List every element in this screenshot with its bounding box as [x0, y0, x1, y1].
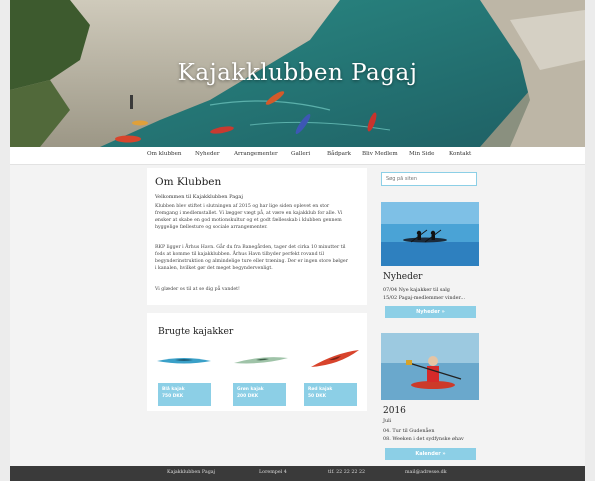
- about-panel: Om Klubben Velkommen til Kajakklubben Pa…: [147, 168, 367, 305]
- page-frame: Kajakklubben Pagaj Om klubben Nyheder Ar…: [10, 0, 585, 481]
- red-kayak-image[interactable]: [309, 347, 361, 371]
- used-kayaks-panel: Brugte kajakker Blå kajak 750 DKK Grøn k…: [147, 313, 367, 411]
- news-kayakers-image[interactable]: [381, 202, 479, 266]
- nav-item-nyheder[interactable]: Nyheder: [195, 151, 220, 157]
- nav-item-bliv-medlem[interactable]: Bliv Medlem: [362, 151, 398, 157]
- about-paragraph: Vi glæder os til at se dig på vandet!: [155, 287, 240, 292]
- footer-address: Lorempel 4: [259, 470, 287, 475]
- footer-phone[interactable]: tlf. 22 22 22 22: [328, 470, 365, 475]
- nav-item-om-klubben[interactable]: Om klubben: [147, 151, 182, 157]
- news-item[interactable]: 15/02 Pagaj-medlemmer vinder...: [383, 295, 465, 301]
- calendar-month: Juli: [383, 418, 392, 424]
- main-navigation: Om klubben Nyheder Arrangementer Galleri…: [10, 147, 585, 165]
- calendar-item[interactable]: 04. Tur til Gudenåen: [383, 428, 434, 434]
- calendar-button[interactable]: Kalender »: [385, 448, 476, 460]
- news-title: Nyheder: [383, 272, 423, 282]
- calendar-year: 2016: [383, 406, 406, 416]
- nav-item-kontakt[interactable]: Kontakt: [449, 151, 471, 157]
- about-paragraph: Klubben blev stiftet i slutningen af 201…: [155, 204, 343, 230]
- kayak-price: 750 DKK: [162, 394, 184, 399]
- search-input[interactable]: [381, 172, 477, 186]
- used-kayak-card[interactable]: Grøn kajak 200 DKK: [233, 383, 286, 406]
- nav-item-arrangementer[interactable]: Arrangementer: [234, 151, 278, 157]
- footer: Kajakklubben Pagaj Lorempel 4 tlf. 22 22…: [10, 466, 585, 481]
- news-button[interactable]: Nyheder »: [385, 306, 476, 318]
- news-item[interactable]: 07/04 Nye kajakker til salg: [383, 287, 450, 293]
- site-title: Kajakklubben Pagaj: [177, 60, 418, 86]
- nav-item-baadpark[interactable]: Bådpark: [327, 151, 351, 157]
- blue-kayak-image[interactable]: [155, 353, 213, 369]
- used-kayak-card[interactable]: Blå kajak 750 DKK: [158, 383, 211, 406]
- nav-item-galleri[interactable]: Galleri: [291, 151, 310, 157]
- kayak-name: Grøn kajak: [237, 387, 264, 392]
- kayak-price: 50 DKK: [308, 394, 327, 399]
- nav-item-min-side[interactable]: Min Side: [409, 151, 434, 157]
- kayak-name: Rød kajak: [308, 387, 333, 392]
- footer-email[interactable]: mail@adresse.dk: [405, 470, 447, 475]
- used-kayak-card[interactable]: Rød kajak 50 DKK: [304, 383, 357, 406]
- calendar-item[interactable]: 08. Weeken i det sydfynske øhav: [383, 436, 464, 442]
- kayak-name: Blå kajak: [162, 387, 185, 392]
- calendar-kayaker-image[interactable]: [381, 333, 479, 400]
- hero-banner: Kajakklubben Pagaj: [10, 0, 585, 147]
- green-kayak-image[interactable]: [232, 353, 290, 369]
- kayak-price: 200 DKK: [237, 394, 259, 399]
- footer-club-name: Kajakklubben Pagaj: [167, 470, 216, 475]
- used-kayaks-title: Brugte kajakker: [158, 326, 234, 337]
- about-title: Om Klubben: [155, 176, 222, 188]
- about-subtitle: Velkommen til Kajakklubben Pagaj: [155, 194, 243, 200]
- about-paragraph: RKP ligger i Århus Havn. Går du fra Bane…: [155, 245, 348, 271]
